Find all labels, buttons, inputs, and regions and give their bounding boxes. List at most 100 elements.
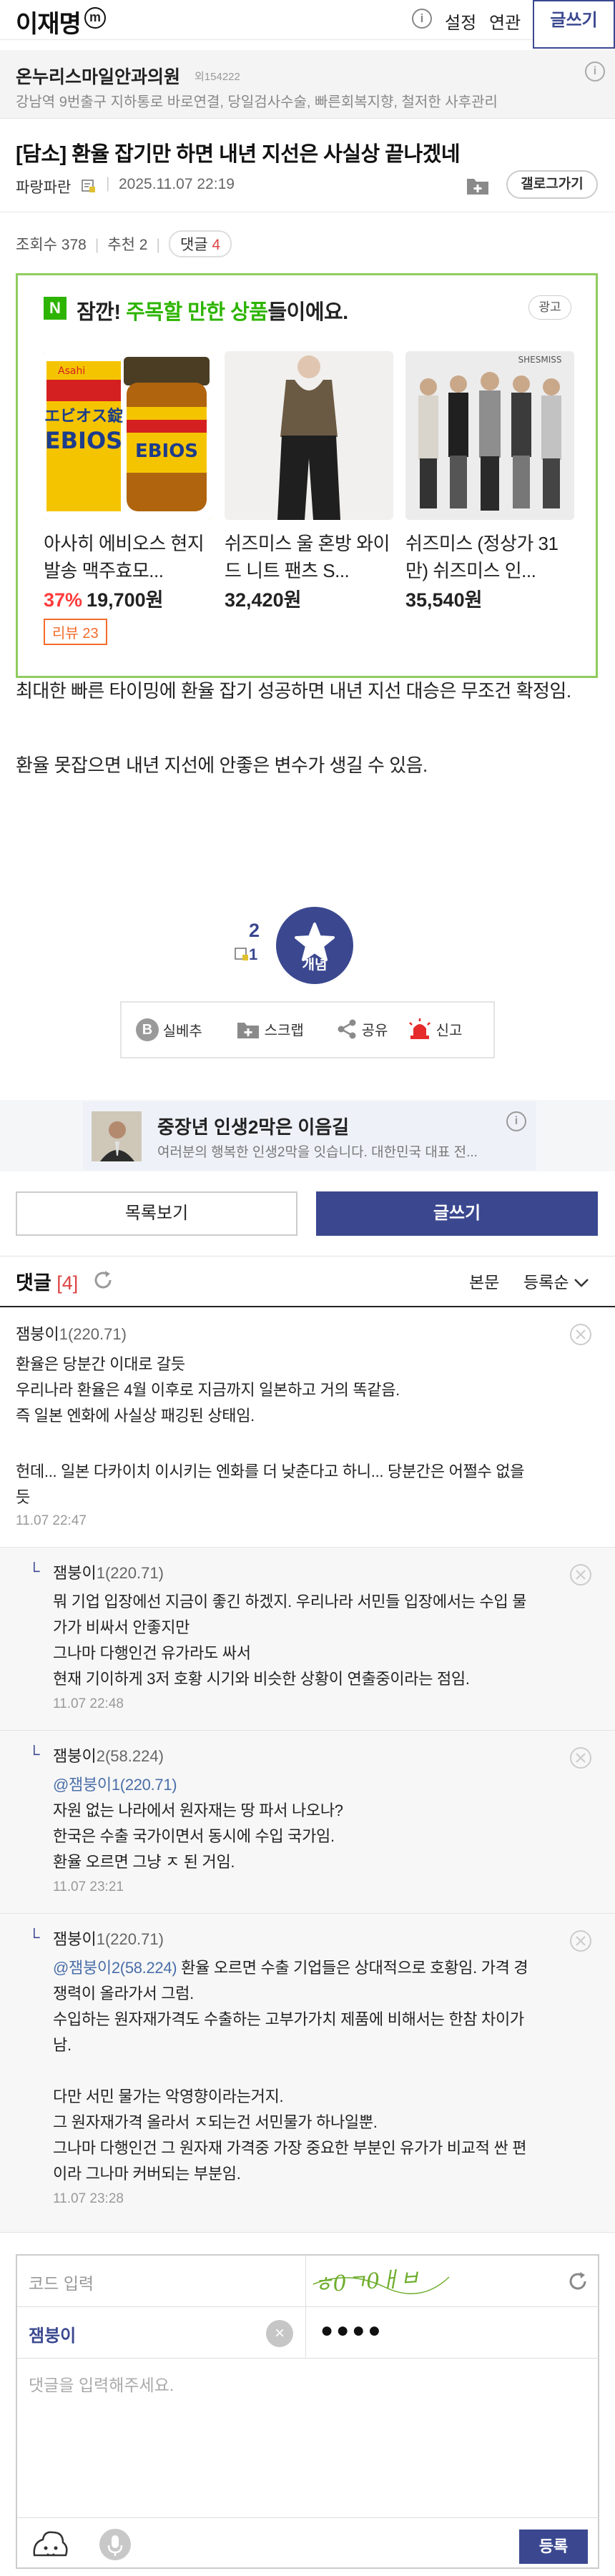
comment-nick-name: 잼붕이 (53, 1930, 97, 1948)
comment-line: 환율은 당분간 이대로 갈듯 (16, 1355, 185, 1373)
sort-dropdown[interactable]: 등록순 (523, 1269, 589, 1293)
headline-suffix: 들이에요. (267, 301, 348, 324)
comment-count-number: 4 (212, 237, 221, 253)
shesmiss-models-picture: SHESMISS (405, 351, 574, 520)
comment-ip: 1(220.71) (96, 1564, 164, 1582)
captcha-code-input[interactable]: 코드 입력 (17, 2256, 306, 2307)
scrap-folder-icon (237, 1023, 259, 1038)
comment-line: 그 원자재가격 올라서 ㅈ되는건 서민물가 하나일뿐. (53, 2113, 378, 2131)
captcha-image: ㅎ0ㄱ0ㅐㅂ (306, 2256, 599, 2307)
info-icon[interactable]: i (412, 9, 432, 29)
comment-line: 우리나라 환율은 4월 이후로 지금까지 일본하고 거의 똑같음. (16, 1381, 400, 1399)
comment-nick[interactable]: 잼붕이1(220.71) (53, 1927, 164, 1950)
comment-nick[interactable]: 잼붕이1(220.71) (53, 1560, 164, 1583)
comment-line: 수입하는 원자재가격도 수출하는 고부가가치 제품에 비해서는 한참 차이가 (53, 2010, 524, 2028)
product-image-shesmiss[interactable]: SHESMISS (405, 351, 574, 520)
product-name[interactable]: 쉬즈미스 (정상가 31만) 쉬즈미스 인... (405, 530, 574, 584)
clear-icon[interactable]: × (266, 2320, 293, 2347)
related-link[interactable]: 연관 (489, 9, 521, 34)
refresh-icon[interactable] (92, 1269, 114, 1292)
comment-time: 11.07 23:28 (53, 2191, 124, 2206)
write-button-top[interactable]: 글쓰기 (533, 0, 615, 49)
comment-nick[interactable]: 잼붕이1(220.71) (16, 1322, 127, 1344)
share-item-label: 공유 (361, 1023, 388, 1039)
post-author[interactable]: 파랑파란 (16, 176, 71, 197)
gallog-button[interactable]: 갤로그가기 (506, 170, 598, 199)
add-folder-icon[interactable] (466, 174, 490, 196)
price-value: 32,420원 (225, 589, 302, 611)
comment-time: 11.07 22:48 (53, 1696, 124, 1711)
chevron-down-icon (574, 1279, 589, 1287)
ad-info-icon[interactable]: i (506, 1111, 526, 1131)
review-count-badge: 리뷰 23 (44, 619, 107, 645)
reply-arrow-icon: └ (29, 1928, 40, 1946)
reply-item: └ 잼붕이2(58.224) @잼붕이1(220.71) 자원 없는 나라에서 … (0, 1731, 615, 1914)
settings-link[interactable]: 설정 (445, 9, 476, 34)
discount-rate: 37% (44, 589, 83, 611)
ad-info-icon[interactable]: i (585, 62, 605, 82)
nickname-input[interactable]: 잼붕이 (17, 2307, 306, 2359)
post-title: [담소] 환율 잡기만 하면 내년 지선은 사실상 끝나겠네 (16, 143, 461, 166)
comment-count-badge[interactable]: 댓글 4 (168, 230, 232, 257)
comment-line: 즉 일본 엔화에 사실상 패깅된 상태임. (16, 1407, 255, 1425)
comment-line: 환율 오르면 수출 기업들은 상대적으로 호황임. 가격 경 (177, 1959, 528, 1977)
meta-separator: | (106, 175, 110, 192)
ebios-jp-label: エビオス錠 (44, 407, 123, 426)
captcha-refresh-icon[interactable] (566, 2270, 589, 2293)
microphone-icon[interactable] (99, 2528, 132, 2561)
comment-line: 듯 (16, 1488, 30, 1506)
delete-icon[interactable] (569, 1746, 592, 1769)
product-name[interactable]: 쉬즈미스 울 혼방 와이드 니트 팬츠 S... (225, 530, 393, 584)
share-icon (338, 1019, 356, 1039)
recommend-total: 2 (249, 920, 260, 941)
product-name[interactable]: 아사히 에비오스 현지발송 맥주효모... (44, 530, 212, 584)
delete-icon[interactable] (569, 1929, 592, 1952)
comment-line: 한국은 수출 국가이면서 동시에 수입 국가임. (53, 1827, 335, 1845)
recommend-button[interactable]: 개념 (276, 907, 353, 984)
list-button[interactable]: 목록보기 (16, 1191, 297, 1236)
submit-comment-button[interactable]: 등록 (519, 2530, 588, 2564)
comment-nick-name: 잼붕이 (16, 1325, 59, 1343)
comment-item: 잼붕이1(220.71) 환율은 당분간 이대로 갈듯 우리나라 환율은 4월 … (0, 1309, 615, 1548)
sort-label: 등록순 (523, 1273, 569, 1292)
best-icon: B (136, 1018, 159, 1041)
dccon-emoji-icon[interactable] (30, 2527, 70, 2564)
comment-mention[interactable]: @잼붕이1(220.71) (53, 1772, 177, 1795)
gallery-title[interactable]: 이재명 (16, 4, 82, 39)
password-input[interactable]: ●●●● (306, 2307, 599, 2359)
recommend-label: 개념 (302, 958, 328, 973)
product-price: 35,540원 (405, 584, 482, 612)
comment-nick-name: 잼붕이 (53, 1747, 97, 1765)
body-link[interactable]: 본문 (469, 1269, 499, 1293)
minor-gallery-badge: m (84, 7, 106, 29)
post-date: 2025.11.07 22:19 (119, 176, 235, 192)
product-price: 37% 19,700원 (44, 584, 163, 612)
ad-banner-senior[interactable]: 중장년 인생2막은 이음길 여러분의 행복한 인생2막을 잇습니다. 대한민국 … (83, 1101, 536, 1170)
knit-pants-picture (225, 351, 393, 520)
comment-textarea[interactable]: 댓글을 입력해주세요. (17, 2359, 599, 2517)
comment-nick[interactable]: 잼붕이2(58.224) (53, 1744, 164, 1766)
ebios-brand-label: Asahi (58, 365, 85, 377)
comment-line: 쟁력이 올라가서 그럼. (53, 1985, 194, 2002)
comments-count: [4] (56, 1272, 79, 1294)
comment-time: 11.07 23:21 (53, 1879, 124, 1894)
shesmiss-logo: SHESMISS (518, 355, 562, 365)
comment-first-line: @잼붕이2(58.224) 환율 오르면 수출 기업들은 상대적으로 호황임. … (53, 1955, 528, 1978)
scrap-button[interactable]: 스크랩 (236, 1018, 304, 1040)
product-image-pants[interactable] (225, 351, 393, 520)
ad-tag[interactable]: 광고 (528, 295, 571, 320)
comment-mention[interactable]: @잼붕이2(58.224) (53, 1959, 177, 1977)
delete-icon[interactable] (569, 1563, 592, 1586)
share-item-label: 실베추 (162, 1023, 202, 1040)
write-button[interactable]: 글쓰기 (316, 1191, 598, 1236)
price-value: 35,540원 (405, 589, 483, 611)
ad-banner-clinic[interactable]: 온누리스마일안과의원 외154222 강남역 9번출구 지하통로 바로연결, 당… (0, 50, 615, 119)
product-image-ebios[interactable]: エビオス錠 EBIOS Asahi EBIOS (44, 351, 212, 520)
comments-header: 댓글 [4] (16, 1267, 78, 1295)
fixed-nick-icon (235, 948, 248, 960)
best-recommend-button[interactable]: B 실베추 (136, 1018, 202, 1041)
comment-line: 이라 그나마 커버되는 부분임. (53, 2165, 241, 2183)
report-button[interactable]: 신고 (408, 1018, 462, 1040)
delete-icon[interactable] (569, 1323, 592, 1346)
share-button[interactable]: 공유 (336, 1018, 388, 1040)
